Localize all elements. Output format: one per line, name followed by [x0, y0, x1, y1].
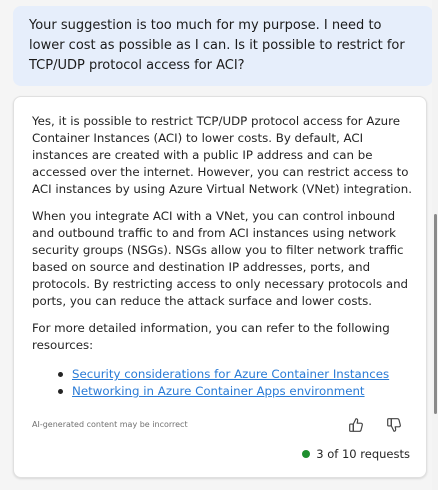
ai-disclaimer: AI-generated content may be incorrect: [32, 420, 188, 429]
bullet-icon: [58, 372, 63, 377]
scrollbar-thumb[interactable]: [434, 214, 437, 414]
list-item: Networking in Azure Container Apps envir…: [56, 383, 412, 400]
request-count-label: 3 of 10 requests: [316, 447, 410, 461]
user-message-text: Your suggestion is too much for my purpo…: [29, 18, 405, 73]
assistant-message-card: Yes, it is possible to restrict TCP/UDP …: [13, 96, 427, 478]
link-security-considerations[interactable]: Security considerations for Azure Contai…: [72, 367, 389, 381]
request-counter: 3 of 10 requests: [302, 446, 410, 462]
link-networking-container-apps[interactable]: Networking in Azure Container Apps envir…: [72, 384, 365, 398]
assistant-paragraph: When you integrate ACI with a VNet, you …: [32, 209, 409, 308]
chat-panel: Your suggestion is too much for my purpo…: [0, 0, 438, 490]
thumbs-down-icon: [387, 418, 401, 432]
user-message-bubble: Your suggestion is too much for my purpo…: [13, 6, 433, 86]
status-dot-icon: [302, 450, 311, 458]
thumbs-down-button[interactable]: [383, 414, 405, 436]
resource-links-list: Security considerations for Azure Contai…: [32, 366, 412, 400]
thumbs-up-icon: [349, 418, 363, 432]
thumbs-up-button[interactable]: [345, 414, 367, 436]
bullet-icon: [58, 389, 63, 394]
assistant-paragraph: Yes, it is possible to restrict TCP/UDP …: [32, 114, 412, 196]
assistant-paragraph: For more detailed information, you can r…: [32, 321, 390, 352]
list-item: Security considerations for Azure Contai…: [56, 366, 412, 383]
scrollbar-track[interactable]: [432, 0, 438, 490]
assistant-message-body: Yes, it is possible to restrict TCP/UDP …: [32, 113, 412, 400]
